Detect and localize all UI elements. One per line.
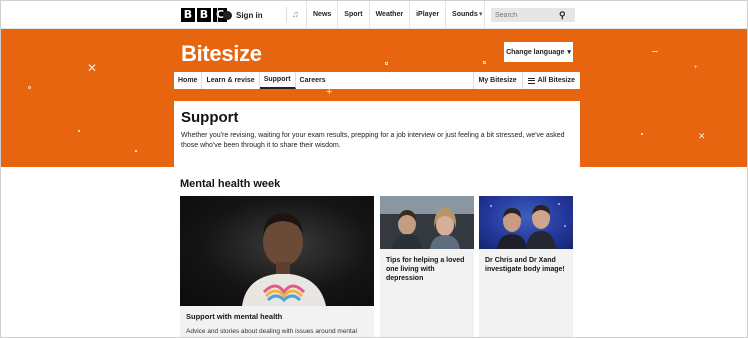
sparkle-decoration-icon: ✕ [698, 131, 706, 141]
tab-careers[interactable]: Careers [296, 72, 330, 89]
nav-sounds[interactable]: Sounds [445, 1, 484, 29]
search-icon[interactable]: ⚲ [559, 10, 566, 21]
bitesize-logo[interactable]: Bitesize [181, 41, 262, 67]
woman-portrait-image [180, 196, 374, 306]
card-title: Dr Chris and Dr Xand investigate body im… [485, 257, 565, 273]
sparkle-decoration-icon [483, 61, 486, 64]
sign-in-label: Sign in [236, 10, 263, 20]
card-title: Support with mental health [186, 312, 283, 321]
sparkle-decoration-icon: + [694, 65, 698, 71]
tab-learn-revise[interactable]: Learn & revise [202, 72, 260, 89]
sparkle-decoration-icon [652, 51, 658, 52]
divider [217, 7, 218, 23]
change-language-button[interactable]: Change language ▾ [504, 42, 573, 62]
sparkle-decoration-icon [385, 62, 388, 65]
tab-home[interactable]: Home [174, 72, 203, 89]
sparkle-decoration-icon [78, 130, 80, 132]
nav-iplayer[interactable]: iPlayer [409, 1, 445, 29]
sparkle-decoration-icon [641, 133, 643, 135]
page-title: Support [181, 109, 239, 126]
nav-news[interactable]: News [306, 1, 337, 29]
change-language-label: Change language [506, 48, 565, 56]
support-intro: Support Whether you're revising, waiting… [174, 101, 580, 167]
my-bitesize-link[interactable]: My Bitesize [472, 72, 522, 89]
promo-card-mental-health[interactable]: Support with mental health Advice and st… [180, 196, 374, 337]
divider [286, 7, 287, 23]
card-description: Advice and stories about dealing with is… [186, 328, 357, 335]
hamburger-menu-icon [527, 77, 535, 84]
promo-card-depression-tips[interactable]: Tips for helping a loved one living with… [380, 196, 474, 337]
all-bitesize-label: All Bitesize [537, 77, 575, 84]
presenters-image [479, 196, 573, 249]
bbc-logo[interactable]: B B C [181, 8, 227, 22]
nav-weather[interactable]: Weather [368, 1, 410, 29]
chevron-down-icon: ▾ [567, 49, 571, 56]
nav-sport[interactable]: Sport [337, 1, 368, 29]
card-title: Tips for helping a loved one living with… [386, 257, 465, 282]
bbc-logo-letter: B [181, 8, 195, 22]
section-title: Mental health week [180, 178, 281, 190]
intro-text: Whether you're revising, waiting for you… [181, 132, 565, 149]
bitesize-subnav: Home Learn & revise Support Careers My B… [174, 72, 580, 89]
sparkle-decoration-icon: ✕ [87, 61, 98, 75]
bbc-logo-letter: B [197, 8, 211, 22]
search-box: ⚲ [491, 8, 575, 22]
page: B B C Sign in ♫ News Sport Weather iPlay… [0, 0, 748, 338]
promo-card-body-image[interactable]: Dr Chris and Dr Xand investigate body im… [479, 196, 573, 337]
all-bitesize-menu[interactable]: All Bitesize [521, 72, 580, 89]
user-icon [223, 10, 232, 20]
sparkle-decoration-icon [28, 86, 31, 89]
tab-support[interactable]: Support [259, 72, 296, 89]
bbc-top-bar: B B C Sign in ♫ News Sport Weather iPlay… [1, 1, 747, 29]
notification-bell-icon[interactable]: ♫ [292, 9, 299, 19]
chevron-down-icon[interactable]: ▾ [479, 10, 483, 18]
sign-in-link[interactable]: Sign in [223, 7, 263, 23]
car-passengers-image [380, 196, 474, 249]
sparkle-decoration-icon [135, 150, 137, 152]
search-input[interactable] [491, 11, 559, 19]
